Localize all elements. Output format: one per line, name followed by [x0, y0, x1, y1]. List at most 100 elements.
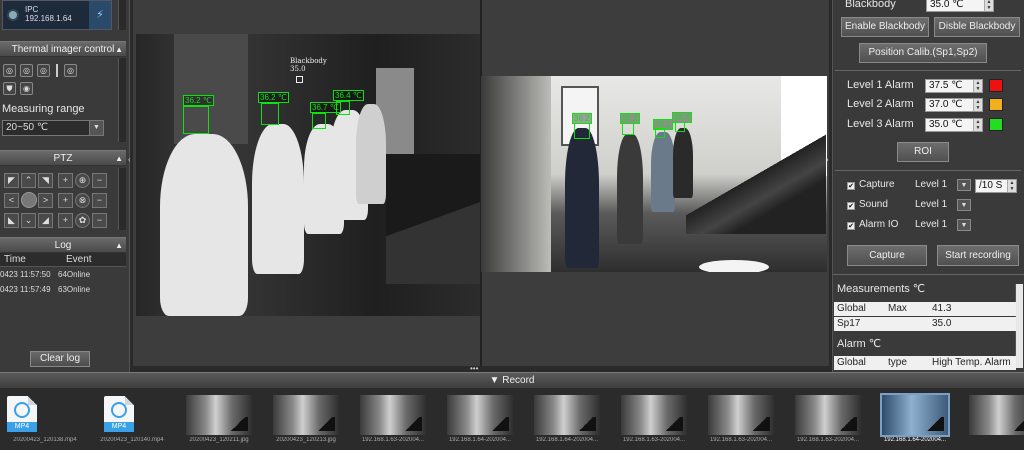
ptz-right-button[interactable]: >: [38, 193, 53, 208]
image-thumbnail[interactable]: [795, 395, 861, 435]
person: [673, 128, 693, 198]
mp4-file-icon[interactable]: MP4: [104, 396, 134, 432]
blackbody-temp-input[interactable]: 35.0 ℃ ▲ ▼: [926, 0, 994, 12]
record-title: Record: [502, 375, 535, 386]
ptz-up-right-button[interactable]: ◥: [38, 173, 53, 188]
shutter-icon[interactable]: ⛊: [3, 82, 16, 95]
roi-button[interactable]: ROI: [897, 142, 949, 162]
alarm-color-swatch[interactable]: [989, 118, 1003, 131]
capture-label: Capture: [859, 179, 895, 190]
measurements-title: Measurements ℃: [837, 283, 926, 295]
log-header[interactable]: Log ▲: [0, 237, 126, 253]
person: [651, 132, 675, 212]
alarm-color-swatch[interactable]: [989, 98, 1003, 111]
clear-log-button[interactable]: Clear log: [30, 351, 90, 367]
face-box: [261, 103, 279, 125]
file-caption: 192.168.1.63-202004...: [709, 437, 773, 443]
alarm-color-swatch[interactable]: [989, 79, 1003, 92]
sound-checkbox[interactable]: ✔: [847, 202, 855, 210]
measurement-row: Global Max 41.3: [834, 302, 1016, 316]
zoom-in-button[interactable]: +: [58, 173, 73, 188]
iris-open-button[interactable]: +: [58, 213, 73, 228]
divider: [835, 170, 1021, 171]
ptz-up-left-button[interactable]: ◤: [4, 173, 19, 188]
image-thumbnail[interactable]: [708, 395, 774, 435]
ptz-down-left-button[interactable]: ◣: [4, 213, 19, 228]
visible-video[interactable]: 36.2 36.2 36.2 36.4: [481, 76, 827, 272]
image-thumbnail[interactable]: [621, 395, 687, 435]
iris-close-button[interactable]: −: [92, 213, 107, 228]
enable-blackbody-button[interactable]: Enable Blackbody: [841, 17, 929, 37]
chevron-down-icon[interactable]: ▼: [957, 179, 971, 191]
right-collapse-icon[interactable]: ›: [826, 155, 829, 164]
thermal-video[interactable]: Blackbody 35.0 36.2 ℃ 36.2 ℃ 36.7 ℃ 36.4…: [136, 34, 480, 316]
file-caption: 192.168.1.63-202004...: [361, 437, 425, 443]
record-bar[interactable]: ▼ Record: [0, 372, 1024, 388]
chevron-down-icon[interactable]: ▼: [957, 199, 971, 211]
calibrate-icon[interactable]: ◎: [64, 64, 77, 77]
ptz-down-button[interactable]: ⌄: [21, 213, 36, 228]
alarm-io-checkbox[interactable]: ✔: [847, 222, 855, 230]
collapse-icon: ▲: [115, 154, 123, 163]
measurements-scrollbar[interactable]: [1015, 284, 1023, 368]
image-thumbnail[interactable]: [273, 395, 339, 435]
measuring-range-select[interactable]: 20~50 ℃ ▼: [2, 120, 104, 136]
image-thumbnail[interactable]: [186, 395, 252, 435]
file-caption: 20200423_120211.jpg: [189, 437, 249, 443]
device-item[interactable]: IPC 192.168.1.64 ⚡: [2, 0, 112, 30]
spinner-icon[interactable]: ▲ ▼: [984, 0, 993, 11]
spinner-icon[interactable]: ▲ ▼: [973, 119, 982, 131]
image-thumbnail[interactable]: [880, 393, 950, 437]
camera-icon: [7, 9, 19, 21]
image-thumbnail[interactable]: [447, 395, 513, 435]
ptz-down-right-button[interactable]: ◢: [38, 213, 53, 228]
alarm-level-input[interactable]: 37.0 ℃ ▲ ▼: [925, 98, 983, 112]
spinner-icon[interactable]: ▲ ▼: [1007, 180, 1016, 192]
face-box: [336, 101, 350, 115]
focus-far-icon[interactable]: ◎: [20, 64, 33, 77]
thermal-scrollbar[interactable]: [118, 58, 126, 142]
ptz-up-button[interactable]: ⌃: [21, 173, 36, 188]
device-scrollbar[interactable]: [118, 0, 126, 30]
log-col-event: Event: [66, 254, 92, 265]
alarm-title: Alarm ℃: [837, 338, 882, 350]
image-thumbnail[interactable]: [360, 395, 426, 435]
image-thumbnail[interactable]: [969, 395, 1024, 435]
image-thumbnail[interactable]: [534, 395, 600, 435]
device-ip: 192.168.1.64: [25, 14, 72, 23]
ptz-left-button[interactable]: <: [4, 193, 19, 208]
alarm-level-input[interactable]: 35.0 ℃ ▲ ▼: [925, 118, 983, 132]
focus-in-button[interactable]: +: [58, 193, 73, 208]
alarm-level-input[interactable]: 37.5 ℃ ▲ ▼: [925, 79, 983, 93]
chevron-down-icon[interactable]: ▼: [957, 219, 971, 231]
ptz-header[interactable]: PTZ ▲: [0, 150, 126, 166]
divider: [833, 274, 1024, 275]
position-calib-button[interactable]: Position Calib.(Sp1,Sp2): [859, 43, 987, 63]
thermal-control-header[interactable]: Thermal imager control ▲: [0, 41, 126, 57]
person-silhouette: [160, 134, 248, 316]
connect-icon[interactable]: ⚡: [89, 1, 111, 29]
focus-near-icon[interactable]: ◎: [3, 64, 16, 77]
file-caption: 192.168.1.64-202004...: [535, 437, 599, 443]
focus-out-button[interactable]: −: [92, 193, 107, 208]
ptz-center-button[interactable]: [21, 192, 37, 208]
auto-focus-icon[interactable]: ◎: [37, 64, 50, 77]
spinner-icon[interactable]: ▲ ▼: [973, 99, 982, 111]
face-box: [312, 113, 326, 129]
capture-button[interactable]: Capture: [847, 245, 927, 266]
mp4-file-icon[interactable]: MP4: [7, 396, 37, 432]
zoom-out-button[interactable]: −: [92, 173, 107, 188]
face-box: [574, 123, 590, 139]
start-recording-button[interactable]: Start recording: [937, 245, 1019, 266]
settings-icon[interactable]: ◉: [20, 82, 33, 95]
capture-checkbox[interactable]: ✔: [847, 182, 855, 190]
left-collapse-icon[interactable]: ‹: [128, 155, 131, 164]
disable-blackbody-button[interactable]: Disble Blackbody: [934, 17, 1020, 37]
file-caption: 192.168.1.64-202004...: [448, 437, 512, 443]
log-row[interactable]: 0423 11:57:50 64Online: [0, 270, 90, 279]
file-caption: 20200423_120213.jpg: [276, 437, 336, 443]
capture-interval-input[interactable]: /10 S ▲ ▼: [975, 179, 1017, 193]
spinner-icon[interactable]: ▲ ▼: [973, 80, 982, 92]
log-row[interactable]: 0423 11:57:49 63Online: [0, 285, 90, 294]
ptz-scrollbar[interactable]: [118, 168, 126, 230]
